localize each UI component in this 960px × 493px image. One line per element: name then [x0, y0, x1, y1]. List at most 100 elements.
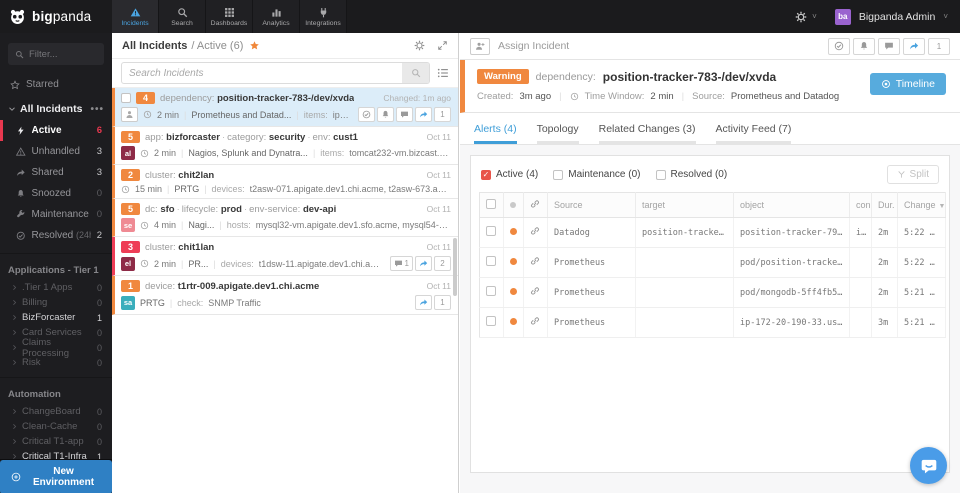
assignee-avatar[interactable]: sa: [121, 295, 135, 310]
alert-target: [635, 307, 734, 338]
scrollbar-thumb[interactable]: [453, 238, 457, 296]
assignee-avatar[interactable]: se: [121, 218, 135, 232]
incident-row[interactable]: 3 cluster: chit1lan Oct 11 el 2 min | PR... | de…: [112, 237, 458, 276]
search-button[interactable]: [402, 63, 429, 83]
snooze-button[interactable]: [853, 37, 875, 55]
more-options-icon[interactable]: •••: [90, 104, 104, 115]
sidebar-item-bizforcaster[interactable]: BizForcaster 1: [0, 310, 112, 325]
share-action-button[interactable]: [415, 256, 432, 271]
nav-tab-dashboards[interactable]: Dashboards: [206, 0, 253, 33]
bell-action-button[interactable]: [377, 107, 394, 122]
tab-alerts[interactable]: Alerts (4): [474, 123, 517, 144]
col-change[interactable]: Change ▼: [897, 192, 946, 218]
sidebar-item-snoozed[interactable]: Snoozed 0: [0, 183, 112, 204]
bigpanda-app: bigpanda Incidents Search Dashboards Analyt…: [0, 0, 960, 493]
gear-chevron-icon[interactable]: ˅: [812, 12, 817, 21]
share-action-button[interactable]: [415, 295, 432, 310]
new-environment-label: New Environment: [32, 465, 95, 488]
sidebar-item-starred[interactable]: Starred: [0, 69, 112, 98]
sidebar-item-critical-t1-app[interactable]: Critical T1-app 0: [0, 434, 112, 449]
breadcrumb-environment[interactable]: All Incidents: [122, 40, 187, 52]
bigpanda-logo[interactable]: bigpanda: [0, 0, 112, 33]
split-button[interactable]: Split: [886, 165, 939, 184]
comment-action-button[interactable]: 1: [389, 256, 413, 271]
sidebar-item-clean-cache[interactable]: Clean-Cache 0: [0, 419, 112, 434]
col-source[interactable]: Source: [547, 192, 636, 218]
sidebar-item-claims-processing[interactable]: Claims Processing 0: [0, 337, 112, 359]
user-name[interactable]: Bigpanda Admin: [859, 11, 935, 23]
nav-tab-analytics[interactable]: Analytics: [253, 0, 300, 33]
col-dur[interactable]: Dur.: [871, 192, 898, 218]
filter-active[interactable]: ✓ Active (4): [481, 169, 538, 180]
share-count-badge[interactable]: 1: [928, 37, 950, 55]
filter-checkbox[interactable]: [553, 169, 564, 180]
action-count-badge[interactable]: 1: [434, 107, 451, 122]
nav-tab-integrations[interactable]: Integrations: [300, 0, 347, 33]
comment-action-button[interactable]: [396, 107, 413, 122]
incident-row[interactable]: 2 cluster: chit2lan Oct 11 15 min | PRTG | devi…: [112, 165, 458, 199]
alert-row[interactable]: Prometheus pod/mongodb-5ff4fb5356-bqrcd 2m…: [479, 277, 946, 308]
alert-checkbox[interactable]: [486, 286, 496, 296]
list-view-icon[interactable]: [437, 67, 449, 79]
assign-user-button[interactable]: [470, 37, 490, 55]
alert-checkbox[interactable]: [486, 226, 496, 236]
analytics-icon: [271, 7, 282, 18]
sidebar-item-billing[interactable]: Billing 0: [0, 295, 112, 310]
alert-con: i/o: [849, 217, 872, 248]
alert-row[interactable]: Datadogposition-tracker-794.west-1c...po…: [479, 217, 946, 248]
tab-activity-feed[interactable]: Activity Feed (7): [715, 123, 792, 144]
action-count-badge[interactable]: 1: [434, 295, 451, 310]
incident-checkbox[interactable]: [121, 93, 131, 103]
checkc-action-button[interactable]: [358, 107, 375, 122]
assignee-avatar[interactable]: al: [121, 146, 135, 160]
alert-checkbox[interactable]: [486, 256, 496, 266]
sidebar-all-incidents[interactable]: All Incidents •••: [0, 98, 112, 120]
nav-tab-incidents[interactable]: Incidents: [112, 0, 159, 33]
sidebar-item-shared[interactable]: Shared 3: [0, 162, 112, 183]
alert-checkbox[interactable]: [486, 316, 496, 326]
alert-row[interactable]: Prometheus ip-172-20-190-33.us-west-2.co.…: [479, 307, 946, 338]
filter-maintenance[interactable]: Maintenance (0): [553, 169, 641, 180]
sidebar-item-maintenance[interactable]: Maintenance 0: [0, 204, 112, 225]
select-all-checkbox[interactable]: [486, 199, 496, 209]
col-target[interactable]: target: [635, 192, 734, 218]
incident-search-input[interactable]: Search Incidents: [121, 62, 430, 84]
nav-tab-search[interactable]: Search: [159, 0, 206, 33]
chat-widget-button[interactable]: [910, 447, 947, 484]
col-object[interactable]: object: [733, 192, 850, 218]
items-key: check:: [177, 297, 204, 308]
sidebar-item-changeboard[interactable]: ChangeBoard 0: [0, 404, 112, 419]
incident-row[interactable]: 5 app: bizforcaster · category: security · en…: [112, 127, 458, 165]
share-action-button[interactable]: [415, 107, 432, 122]
assign-user-button[interactable]: [121, 107, 138, 122]
sidebar-item-active[interactable]: Active 6: [0, 120, 112, 141]
sidebar: Filter... Starred All Incidents ••• Acti…: [0, 33, 112, 493]
incident-row[interactable]: 1 device: t1rtr-009.apigate.dev1.chi.acme…: [112, 276, 458, 315]
gear-icon[interactable]: [795, 11, 807, 23]
incident-row[interactable]: 4 dependency: position-tracker-783-/dev/x…: [112, 88, 458, 127]
assignee-avatar[interactable]: el: [121, 256, 135, 271]
comment-button[interactable]: [878, 37, 900, 55]
col-con[interactable]: con: [849, 192, 872, 218]
tab-topology[interactable]: Topology: [536, 123, 579, 144]
user-chevron-icon[interactable]: ˅: [943, 12, 948, 21]
filter-checkbox[interactable]: ✓: [481, 169, 491, 180]
sidebar-item-unhandled[interactable]: Unhandled 3: [0, 141, 112, 162]
filter-input[interactable]: Filter...: [8, 43, 104, 65]
user-avatar[interactable]: ba: [834, 8, 851, 25]
expand-icon[interactable]: [437, 40, 448, 51]
favorite-star-icon[interactable]: [249, 40, 260, 51]
timeline-button[interactable]: Timeline: [869, 73, 946, 95]
new-environment-button[interactable]: New Environment: [0, 459, 112, 493]
alert-row[interactable]: Prometheus pod/position-tracker-5ff4fb51.…: [479, 247, 946, 278]
share-button[interactable]: [903, 37, 925, 55]
list-settings-gear-icon[interactable]: [414, 40, 425, 51]
resolve-button[interactable]: [828, 37, 850, 55]
sidebar-item-tier-1-apps[interactable]: .Tier 1 Apps 0: [0, 280, 112, 295]
incident-row[interactable]: 5 dc: sfo · lifecycle: prod · env-service: de…: [112, 199, 458, 237]
sidebar-item-resolved[interactable]: Resolved (24h) 2: [0, 225, 112, 246]
filter-resolved[interactable]: Resolved (0): [655, 169, 727, 180]
action-count-badge[interactable]: 2: [434, 256, 451, 271]
tab-related-changes[interactable]: Related Changes (3): [598, 123, 696, 144]
filter-checkbox[interactable]: [655, 169, 666, 180]
